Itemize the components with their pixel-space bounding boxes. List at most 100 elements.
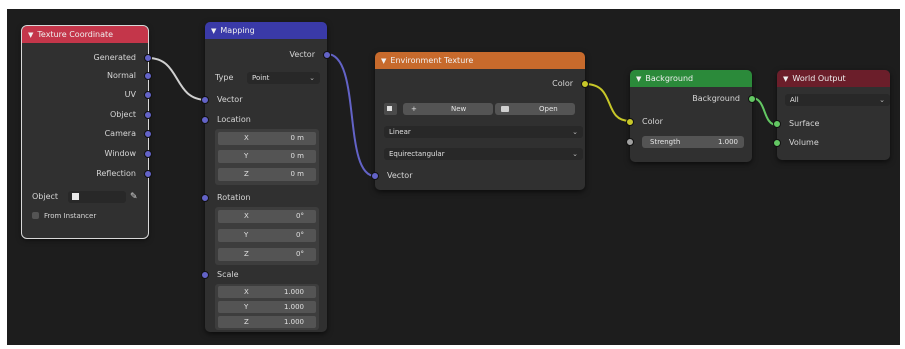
- socket-icon[interactable]: [201, 96, 209, 104]
- from-instancer-row: From Instancer: [22, 209, 148, 223]
- environment-texture-node[interactable]: ▼ Environment Texture Color + New Open Li…: [371, 52, 589, 190]
- output-color: Color: [375, 77, 589, 91]
- mapping-node[interactable]: ▼ Mapping Vector Type Point ⌄ Vector Locat…: [201, 22, 331, 332]
- socket-icon[interactable]: [144, 170, 152, 178]
- open-label: Open: [539, 105, 558, 113]
- projection-dropdown[interactable]: Equirectangular ⌄: [384, 148, 583, 160]
- background-header[interactable]: ▼ Background: [630, 70, 752, 87]
- world-output-header[interactable]: ▼ World Output: [777, 70, 890, 87]
- location-y-field[interactable]: Y 0 m: [218, 150, 316, 163]
- from-instancer-checkbox[interactable]: [32, 212, 39, 219]
- location-z-field[interactable]: Z 0 m: [218, 168, 316, 181]
- type-value: Point: [252, 74, 270, 82]
- texture-coordinate-header[interactable]: ▼ Texture Coordinate: [22, 26, 148, 43]
- input-label: Surface: [789, 119, 820, 128]
- location-x-field[interactable]: X 0 m: [218, 132, 316, 145]
- output-label: Camera: [104, 129, 136, 138]
- new-label: New: [451, 105, 467, 113]
- socket-icon[interactable]: [581, 80, 589, 88]
- link-generated-to-mapping-vector[interactable]: [147, 57, 208, 101]
- axis-label: Y: [244, 231, 249, 239]
- world-output-node[interactable]: ▼ World Output All ⌄ Surface Volume: [773, 70, 890, 160]
- type-dropdown[interactable]: Point ⌄: [247, 72, 320, 84]
- input-color: Color: [626, 115, 752, 129]
- rotation-y-field[interactable]: Y 0°: [218, 229, 316, 242]
- socket-icon[interactable]: [201, 116, 209, 124]
- axis-label: Y: [244, 152, 249, 160]
- socket-icon[interactable]: [748, 95, 756, 103]
- collapse-chevron-icon[interactable]: ▼: [381, 53, 386, 69]
- socket-icon[interactable]: [201, 271, 209, 279]
- axis-label: Y: [244, 303, 249, 311]
- collapse-chevron-icon[interactable]: ▼: [28, 27, 33, 43]
- output-label: Reflection: [96, 169, 136, 178]
- collapse-chevron-icon[interactable]: ▼: [211, 23, 216, 39]
- target-dropdown[interactable]: All ⌄: [785, 94, 890, 106]
- socket-icon[interactable]: [144, 150, 152, 158]
- socket-icon[interactable]: [144, 91, 152, 99]
- rotation-z-field[interactable]: Z 0°: [218, 248, 316, 261]
- background-node[interactable]: ▼ Background Background Color Strength 1.…: [626, 70, 756, 162]
- eyedropper-icon[interactable]: ✎: [130, 190, 138, 204]
- socket-icon[interactable]: [773, 139, 781, 147]
- interpolation-dropdown[interactable]: Linear ⌄: [384, 126, 583, 138]
- input-scale: Scale: [201, 268, 327, 282]
- output-uv: UV: [22, 88, 152, 102]
- socket-icon[interactable]: [144, 130, 152, 138]
- link-envtex-color-to-background-color[interactable]: [584, 83, 631, 122]
- socket-icon[interactable]: [201, 194, 209, 202]
- socket-icon[interactable]: [144, 54, 152, 62]
- output-window: Window: [22, 147, 152, 161]
- scale-z-field[interactable]: Z 1.000: [218, 316, 316, 328]
- object-label: Object: [32, 192, 59, 201]
- output-label: Background: [692, 94, 740, 103]
- socket-icon[interactable]: [626, 118, 634, 126]
- axis-value: 0°: [296, 212, 304, 220]
- socket-icon[interactable]: [371, 172, 379, 180]
- socket-icon[interactable]: [773, 120, 781, 128]
- mapping-header[interactable]: ▼ Mapping: [205, 22, 327, 39]
- axis-value: 1.000: [283, 303, 304, 311]
- location-fields: X 0 m Y 0 m Z 0 m: [215, 129, 319, 185]
- input-label: Vector: [217, 95, 243, 104]
- strength-field[interactable]: Strength 1.000: [642, 136, 744, 148]
- open-image-button[interactable]: Open: [495, 103, 575, 115]
- input-vector: Vector: [371, 169, 585, 183]
- input-label: Scale: [217, 270, 239, 279]
- rotation-x-field[interactable]: X 0°: [218, 210, 316, 223]
- socket-icon[interactable]: [144, 72, 152, 80]
- input-label: Volume: [789, 138, 819, 147]
- chevron-down-icon: ⌄: [879, 96, 885, 104]
- collapse-chevron-icon[interactable]: ▼: [783, 71, 788, 87]
- output-background: Background: [630, 92, 756, 106]
- axis-label: Z: [244, 170, 249, 178]
- collapse-chevron-icon[interactable]: ▼: [636, 71, 641, 87]
- background-title: Background: [645, 74, 694, 83]
- scale-y-field[interactable]: Y 1.000: [218, 301, 316, 313]
- socket-icon[interactable]: [144, 111, 152, 119]
- output-label: Generated: [93, 53, 136, 62]
- socket-icon[interactable]: [626, 138, 634, 146]
- cube-icon: [72, 193, 79, 200]
- link-mapping-vector-to-envtex-vector[interactable]: [326, 53, 376, 177]
- input-label: Vector: [387, 171, 413, 180]
- input-label: Location: [217, 115, 251, 124]
- new-image-button[interactable]: + New: [403, 103, 493, 115]
- image-browse-icon[interactable]: [384, 103, 397, 115]
- environment-texture-header[interactable]: ▼ Environment Texture: [375, 52, 585, 69]
- object-field[interactable]: [68, 191, 126, 203]
- axis-value: 1.000: [283, 288, 304, 296]
- scale-x-field[interactable]: X 1.000: [218, 286, 316, 298]
- socket-icon[interactable]: [323, 51, 331, 59]
- axis-label: Z: [244, 250, 249, 258]
- interpolation-value: Linear: [389, 128, 411, 136]
- chevron-down-icon: ⌄: [309, 74, 315, 82]
- environment-texture-title: Environment Texture: [390, 56, 474, 65]
- chevron-down-icon: ⌄: [572, 150, 578, 158]
- axis-value: 0 m: [290, 170, 305, 178]
- from-instancer-label: From Instancer: [44, 212, 97, 220]
- input-location: Location: [201, 113, 327, 127]
- texture-coordinate-node[interactable]: ▼ Texture Coordinate Generated Normal UV …: [21, 25, 152, 239]
- folder-icon: [501, 106, 509, 112]
- node-editor-canvas[interactable]: ▼ Texture Coordinate Generated Normal UV …: [7, 9, 900, 345]
